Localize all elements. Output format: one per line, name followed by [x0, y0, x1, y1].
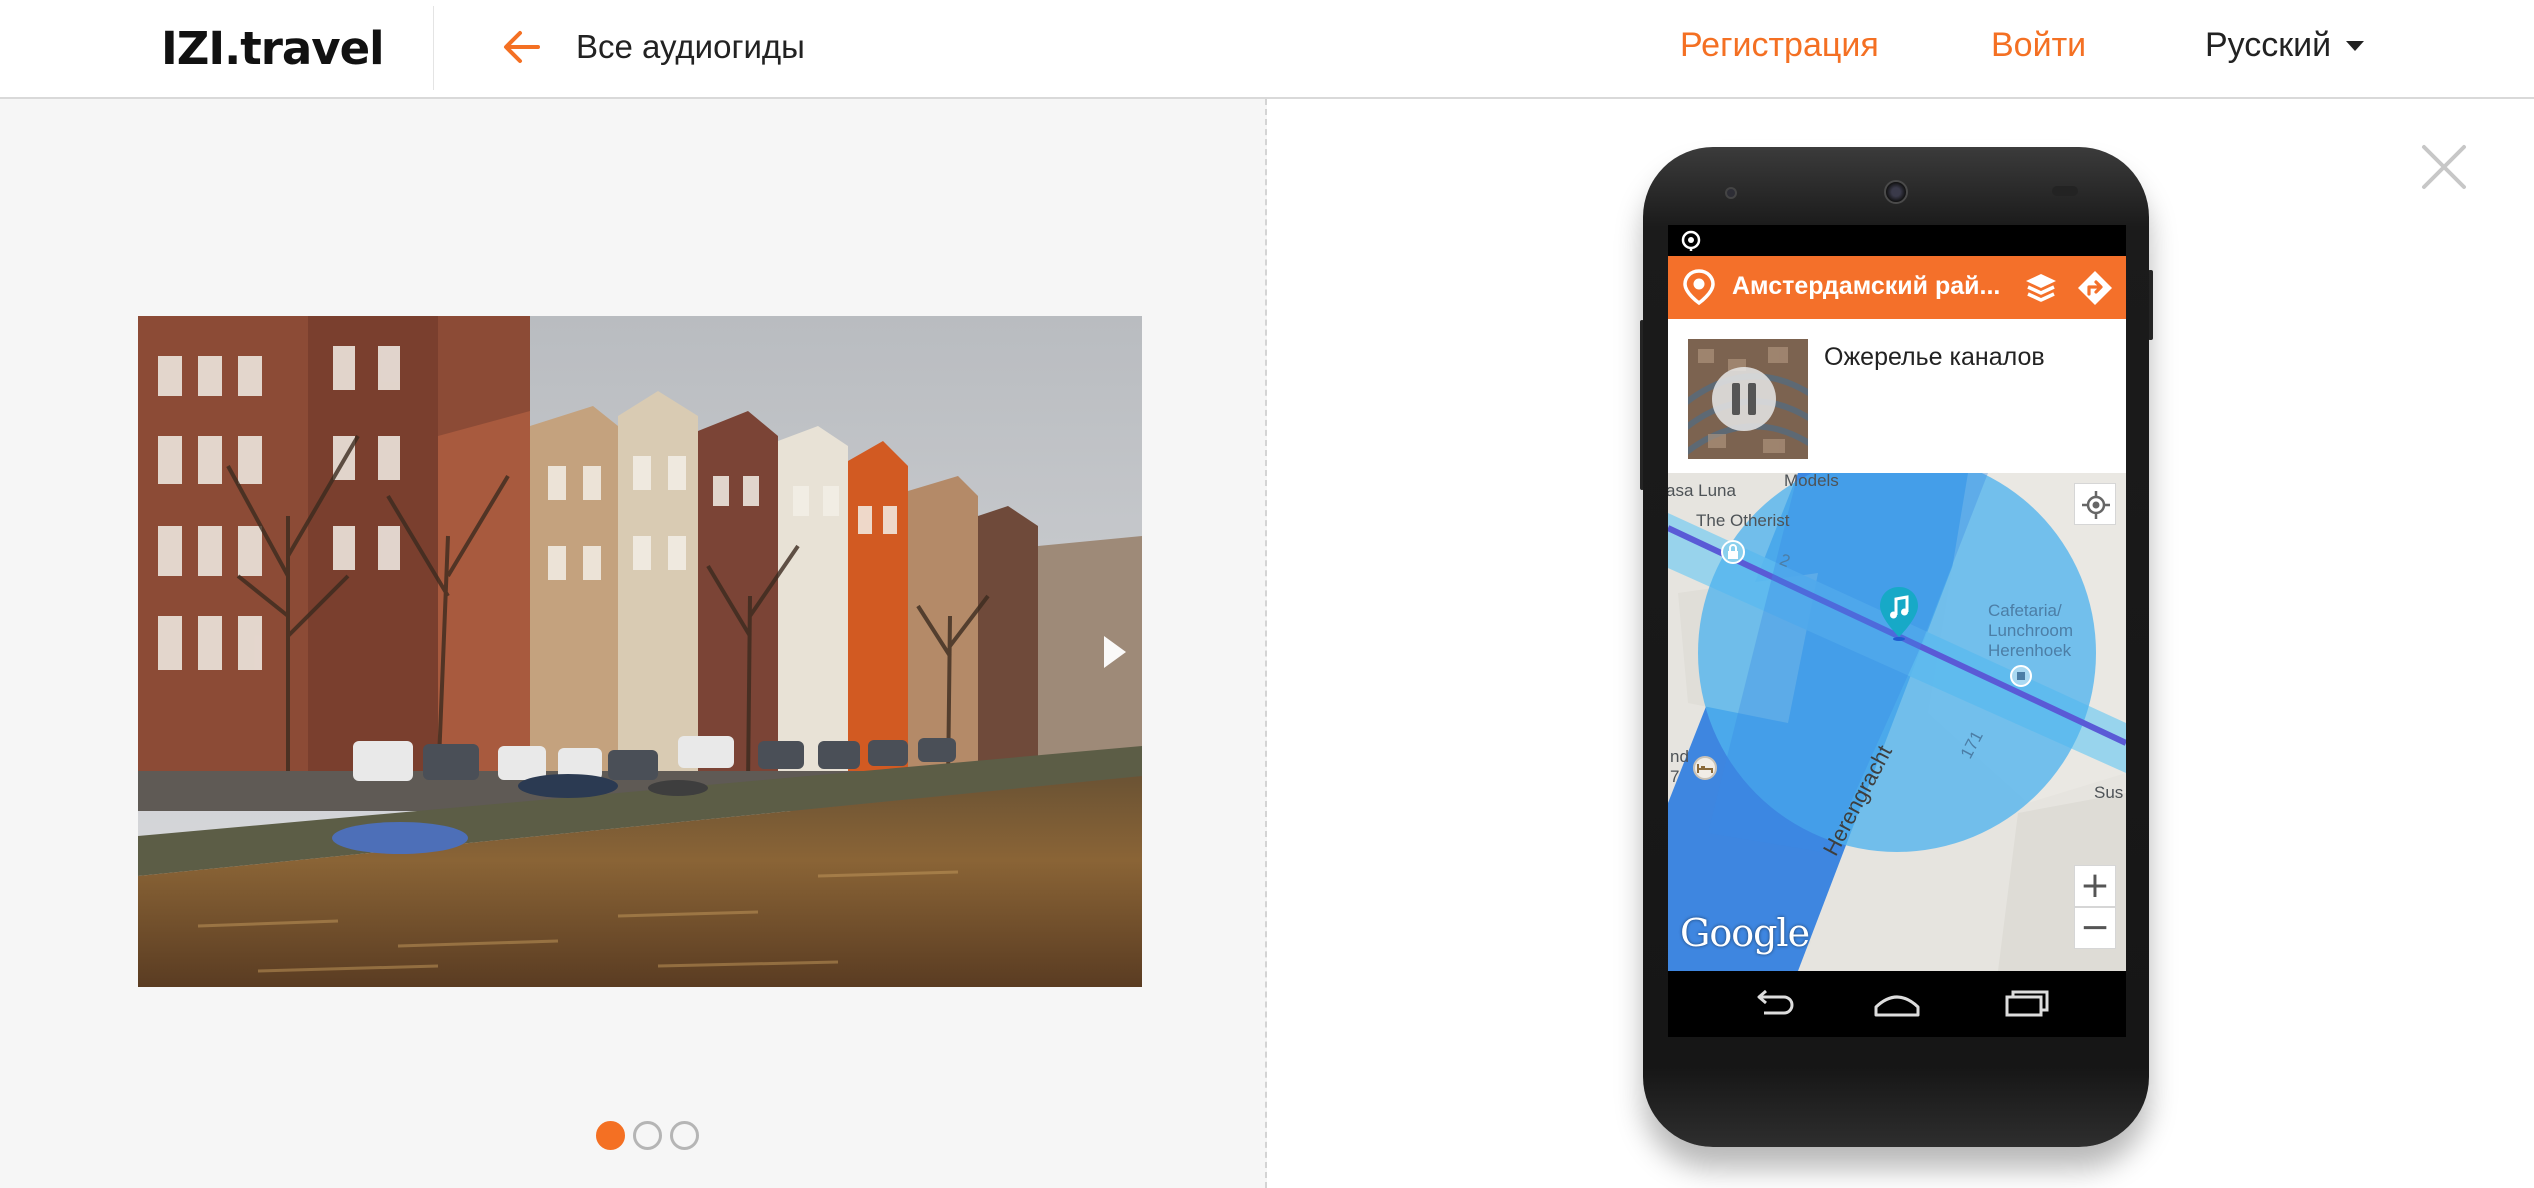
language-selector[interactable]: Русский — [2205, 26, 2365, 65]
slider-dot-2[interactable] — [633, 1121, 662, 1150]
map-label-sus: Sus — [2094, 783, 2124, 802]
track-title: Ожерелье каналов — [1824, 343, 2045, 371]
chevron-right-icon[interactable] — [1096, 630, 1132, 674]
top-header: IZI.travel Все аудиогиды Регистрация Вой… — [0, 0, 2534, 99]
all-audioguides-label: Все аудиогиды — [576, 28, 805, 65]
poi-marker-icon[interactable] — [2008, 663, 2034, 689]
izi-logo-icon[interactable] — [1680, 268, 1718, 306]
pause-icon[interactable] — [1710, 365, 1778, 433]
my-location-button[interactable] — [2074, 483, 2116, 525]
header-separator — [433, 6, 434, 90]
layers-icon[interactable] — [2023, 270, 2059, 306]
status-bar — [1668, 225, 2126, 256]
zoom-out-button[interactable]: − — [2074, 907, 2116, 949]
map-label-casa-luna: asa Luna — [1668, 481, 1736, 500]
lock-poi-icon[interactable] — [1720, 539, 1746, 565]
zoom-in-button[interactable]: + — [2074, 865, 2116, 907]
map-label-cafe-line-2: Lunchroom — [1988, 621, 2074, 640]
close-icon[interactable] — [2420, 143, 2468, 191]
gallery-slide-image[interactable] — [138, 316, 1142, 987]
map-view[interactable]: asa Luna Models The Otherist 2 Cafetaria… — [1668, 473, 2126, 971]
phone-speaker — [2052, 186, 2078, 196]
android-nav-bar — [1668, 971, 2126, 1037]
home-icon[interactable] — [1872, 987, 1922, 1021]
back-icon[interactable] — [1748, 987, 1798, 1021]
map-label-cafe-line-1: Cafetaria/ — [1988, 601, 2062, 620]
phone-sensor — [1725, 187, 1737, 199]
slider-dot-1[interactable] — [596, 1121, 625, 1150]
site-logo[interactable]: IZI.travel — [161, 22, 385, 75]
audio-player: Ожерелье каналов — [1668, 319, 2126, 473]
app-toolbar: Амстердамский рай... — [1668, 256, 2126, 319]
route-icon[interactable] — [2076, 269, 2114, 307]
caret-down-icon — [2346, 40, 2365, 51]
phone-screen: Амстердамский рай... Ожерелье каналов as… — [1668, 225, 2126, 1037]
slider-pagination — [596, 1121, 699, 1150]
google-logo: Google — [1680, 911, 1810, 955]
register-link[interactable]: Регистрация — [1680, 26, 1879, 65]
login-link[interactable]: Войти — [1991, 26, 2086, 65]
recents-icon[interactable] — [2002, 987, 2052, 1021]
hotel-poi-icon[interactable] — [1692, 755, 1718, 781]
izi-status-icon — [1681, 230, 1701, 251]
map-label-the-otherist: The Otherist — [1696, 511, 1790, 530]
phone-front-camera — [1884, 180, 1908, 204]
music-pin-icon[interactable] — [1876, 585, 1922, 641]
arrow-left-icon — [504, 31, 540, 63]
tour-title: Амстердамский рай... — [1732, 272, 2001, 300]
language-label: Русский — [2205, 26, 2332, 64]
map-label-side-d: nd — [1670, 747, 1689, 766]
slider-dot-3[interactable] — [670, 1121, 699, 1150]
all-audioguides-link[interactable]: Все аудиогиды — [502, 22, 805, 72]
map-label-models: Models — [1784, 473, 1839, 490]
locate-icon — [2082, 491, 2110, 519]
map-label-side-7: 7 — [1670, 767, 1680, 786]
map-label-cafe-line-3: Herenhoek — [1988, 641, 2072, 660]
